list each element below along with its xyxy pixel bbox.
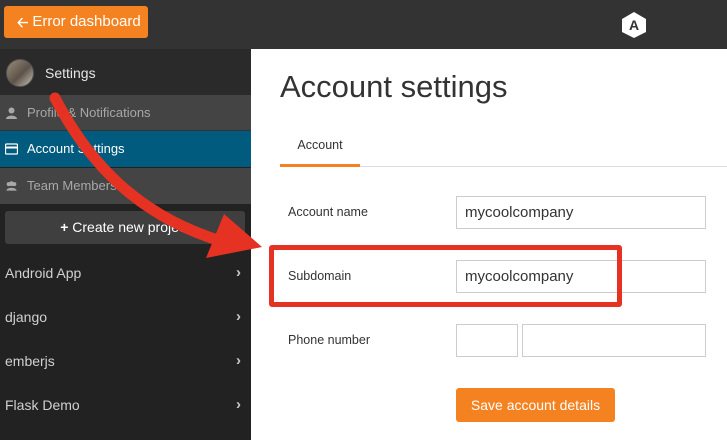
- tab-account[interactable]: Account: [280, 129, 360, 167]
- create-project-button[interactable]: + Create new project: [5, 211, 245, 244]
- sidebar-item-label: Account Settings: [27, 141, 125, 156]
- project-item[interactable]: Flask Demo ›: [5, 385, 245, 425]
- project-label: django: [5, 309, 48, 325]
- project-item[interactable]: django ›: [5, 297, 245, 337]
- account-name-label: Account name: [288, 205, 368, 219]
- project-item[interactable]: emberjs ›: [5, 341, 245, 381]
- chevron-right-icon: ›: [236, 308, 241, 325]
- project-label: emberjs: [5, 353, 55, 369]
- plus-icon: +: [60, 219, 69, 235]
- settings-label: Settings: [45, 65, 96, 81]
- credit-card-icon: [5, 143, 18, 155]
- sidebar-item-label: Team Members: [27, 178, 117, 193]
- phone-country-code-input[interactable]: [456, 324, 518, 357]
- chevron-right-icon: ›: [236, 396, 241, 413]
- page-title: Account settings: [280, 69, 508, 104]
- top-bar: 🡠 Error dashboard A: [0, 0, 727, 49]
- chevron-right-icon: ›: [236, 352, 241, 369]
- settings-header: Settings: [0, 49, 251, 95]
- sidebar-item-profile[interactable]: Profile & Notifications: [0, 95, 251, 131]
- error-dashboard-label: Error dashboard: [32, 13, 141, 30]
- project-label: Flask Demo: [5, 397, 80, 413]
- tab-bar: Account: [280, 129, 727, 167]
- sidebar: Settings Profile & Notifications Account…: [0, 49, 251, 440]
- save-account-details-button[interactable]: Save account details: [456, 388, 615, 422]
- sidebar-item-team-members[interactable]: Team Members: [0, 168, 251, 204]
- svg-text:A: A: [629, 17, 639, 33]
- users-icon: [6, 181, 17, 191]
- app-logo-icon: A: [622, 12, 646, 38]
- user-icon: [6, 107, 17, 119]
- chevron-right-icon: ›: [236, 264, 241, 281]
- sidebar-item-account-settings[interactable]: Account Settings: [0, 131, 251, 167]
- sidebar-item-label: Profile & Notifications: [27, 105, 151, 120]
- error-dashboard-button[interactable]: 🡠 Error dashboard: [4, 6, 148, 38]
- account-name-input[interactable]: mycoolcompany: [456, 196, 706, 229]
- arrow-left-icon: 🡠: [17, 14, 29, 30]
- create-project-label: Create new project: [72, 219, 190, 235]
- project-item[interactable]: Android App ›: [5, 253, 245, 293]
- subdomain-highlight-box: [269, 245, 622, 307]
- phone-number-input[interactable]: [522, 324, 706, 357]
- phone-number-label: Phone number: [288, 333, 371, 347]
- project-label: Android App: [5, 265, 82, 281]
- avatar: [6, 59, 34, 87]
